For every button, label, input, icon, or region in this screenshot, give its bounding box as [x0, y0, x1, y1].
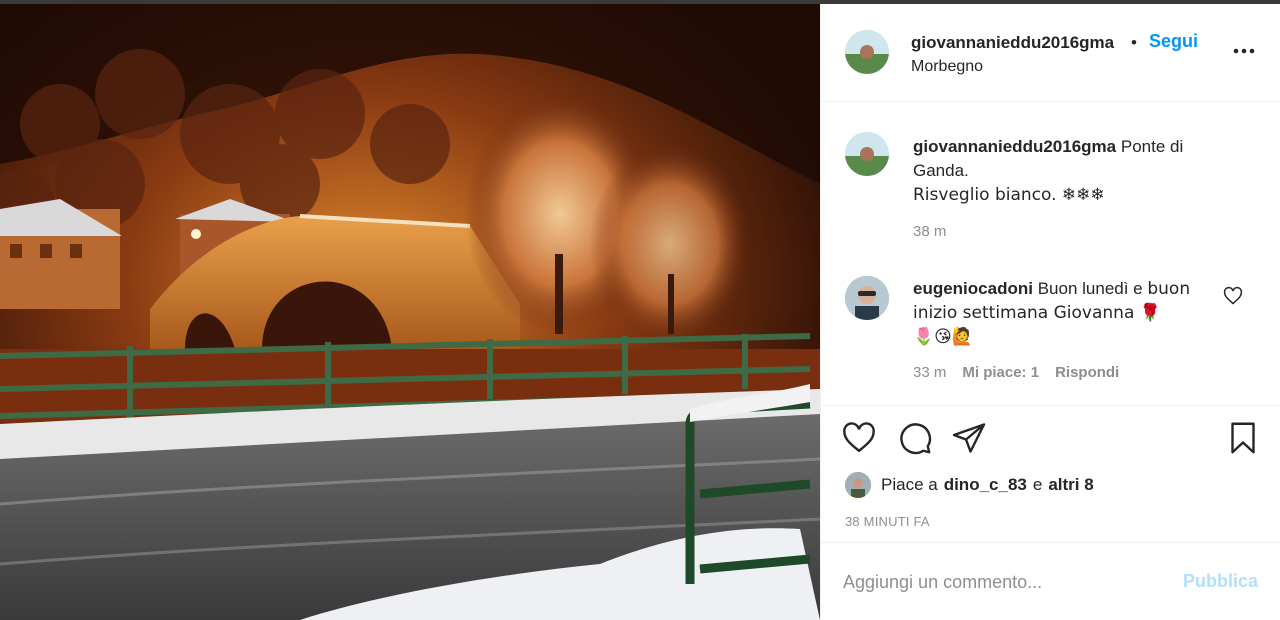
header-separator: • — [1131, 33, 1137, 52]
comment-input[interactable] — [843, 569, 1143, 595]
likes-prefix: Piace a — [881, 475, 938, 494]
author-avatar[interactable] — [845, 30, 889, 74]
commenter-avatar[interactable] — [845, 276, 889, 320]
like-heart-icon[interactable] — [841, 420, 877, 456]
post-timestamp[interactable]: 38 MINUTI FA — [845, 514, 930, 529]
caption-line-3: Risveglio bianco. ❄❄❄ — [913, 185, 1105, 205]
comment-bubble-icon[interactable] — [897, 420, 933, 456]
comment-part-3: 🌷😘🙋 — [913, 327, 974, 347]
comment-text: eugeniocadoni Buon lunedì e buon inizio … — [913, 277, 1213, 349]
post-header: giovannanieddu2016gma • Segui Morbegno — [821, 4, 1280, 102]
comments-section: giovannanieddu2016gma Ponte di Ganda. Ri… — [821, 102, 1280, 406]
avatar-image — [845, 132, 889, 176]
publish-button[interactable]: Pubblica — [1183, 571, 1258, 592]
comment-meta: 33 m Mi piace: 1 Rispondi — [913, 364, 1135, 381]
add-comment-bar: Pubblica — [821, 542, 1280, 620]
post-side-panel: giovannanieddu2016gma • Segui Morbegno g… — [820, 4, 1280, 620]
avatar-image — [845, 30, 889, 74]
comment-likes-count[interactable]: Mi piace: 1 — [962, 364, 1039, 381]
comment-part-1: Buon lunedì e — [1037, 279, 1143, 298]
liker-avatar[interactable] — [845, 472, 871, 498]
caption-time[interactable]: 38 m — [913, 223, 946, 240]
likes-conj: e — [1032, 475, 1043, 494]
reply-button[interactable]: Rispondi — [1055, 364, 1119, 381]
caption-text: giovannanieddu2016gma Ponte di Ganda. Ri… — [913, 135, 1233, 207]
likes-summary: Piace a dino_c_83 e altri 8 — [845, 470, 1094, 500]
commenter-username[interactable]: eugeniocadoni — [913, 279, 1033, 298]
avatar-image — [845, 276, 889, 320]
comment-like-heart-icon[interactable] — [1223, 286, 1243, 306]
caption-line-1: Ponte di — [1120, 137, 1184, 156]
photo-night-bridge-scene — [0, 4, 820, 620]
caption-username[interactable]: giovannanieddu2016gma — [913, 137, 1116, 156]
liker-username[interactable]: dino_c_83 — [944, 475, 1027, 495]
caption-line-2: Ganda. — [913, 161, 969, 180]
post-actions-bar — [821, 406, 1280, 472]
post-location[interactable]: Morbegno — [911, 58, 983, 76]
comment-time[interactable]: 33 m — [913, 364, 946, 381]
more-options-icon[interactable] — [1231, 38, 1257, 64]
caption-author-avatar[interactable] — [845, 132, 889, 176]
likes-others[interactable]: altri 8 — [1048, 475, 1093, 495]
share-send-icon[interactable] — [951, 420, 987, 456]
author-username[interactable]: giovannanieddu2016gma — [911, 33, 1114, 53]
post-photo[interactable] — [0, 4, 820, 620]
save-bookmark-icon[interactable] — [1225, 420, 1261, 456]
follow-button[interactable]: Segui — [1149, 31, 1198, 52]
